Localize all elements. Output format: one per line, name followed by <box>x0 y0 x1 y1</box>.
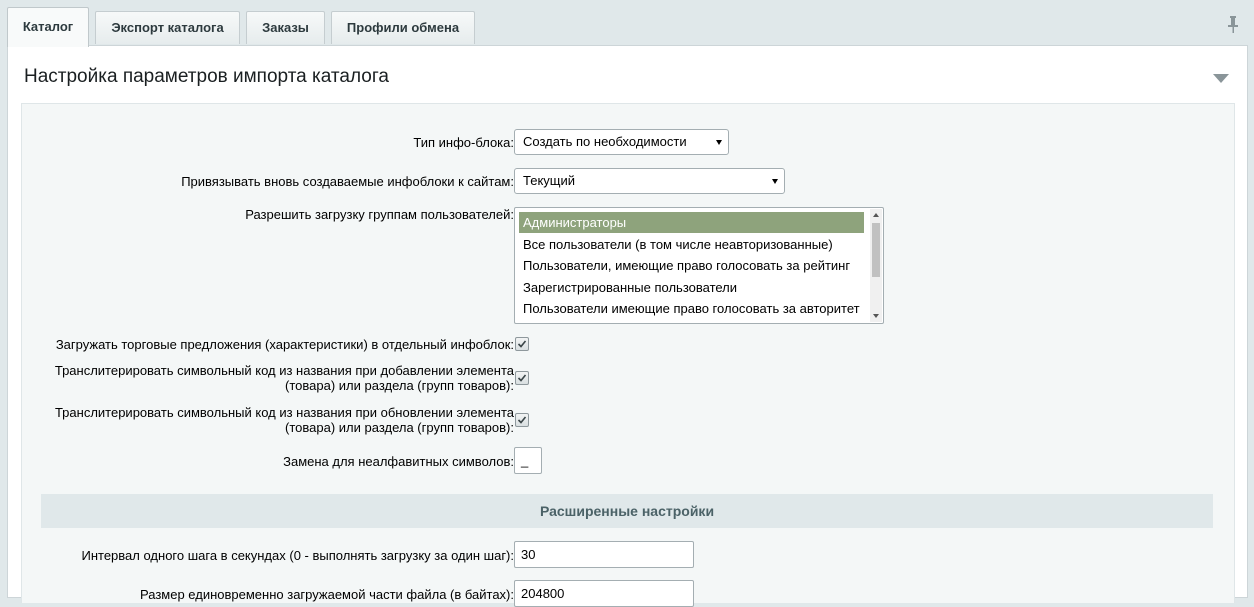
translit-add-label-line2: (товара) или раздела (групп товаров): <box>285 378 514 393</box>
translit-update-checkbox[interactable] <box>515 413 529 427</box>
bind-sites-label: Привязывать вновь создаваемые инфоблоки … <box>181 174 514 189</box>
tab-orders[interactable]: Заказы <box>246 11 325 44</box>
tab-exchange-profiles[interactable]: Профили обмена <box>331 11 475 44</box>
user-groups-label: Разрешить загрузку группам пользователей… <box>245 207 514 222</box>
check-icon <box>517 416 527 424</box>
iblock-type-label: Тип инфо-блока: <box>413 135 514 150</box>
tab-bar: Каталог Экспорт каталога Заказы Профили … <box>0 0 1254 47</box>
interval-input[interactable]: 30 <box>514 541 694 568</box>
pin-icon[interactable] <box>1226 15 1240 35</box>
settings-form: Тип инфо-блока: Создать по необходимости… <box>21 103 1235 607</box>
translit-add-label-line1: Транслитерировать символьный код из назв… <box>54 363 514 378</box>
list-item[interactable]: Все пользователи (в том числе неавторизо… <box>519 234 864 255</box>
scrollbar[interactable] <box>870 209 882 322</box>
bind-sites-select[interactable]: Текущий <box>514 168 785 194</box>
translit-update-label-line2: (товара) или раздела (групп товаров): <box>285 420 514 435</box>
list-item[interactable]: Администраторы <box>519 212 864 233</box>
user-groups-listbox[interactable]: Администраторы Все пользователи (в том ч… <box>514 207 884 324</box>
offers-separate-checkbox[interactable] <box>515 337 529 351</box>
iblock-type-value: Создать по необходимости <box>523 134 687 149</box>
offers-separate-label: Загружать торговые предложения (характер… <box>55 337 514 352</box>
list-item[interactable]: Пользователи, имеющие право голосовать з… <box>519 255 864 276</box>
translit-update-label-line1: Транслитерировать символьный код из назв… <box>54 405 514 420</box>
tab-catalog[interactable]: Каталог <box>7 7 89 47</box>
replace-char-input[interactable]: _ <box>514 447 542 474</box>
chunk-size-label: Размер единовременно загружаемой части ф… <box>140 587 514 602</box>
bind-sites-value: Текущий <box>523 173 575 188</box>
check-icon <box>517 374 527 382</box>
tab-catalog-export[interactable]: Экспорт каталога <box>95 11 240 44</box>
iblock-type-select[interactable]: Создать по необходимости <box>514 129 729 155</box>
scroll-thumb[interactable] <box>872 223 880 277</box>
scroll-down-icon[interactable] <box>873 314 879 318</box>
page-title: Настройка параметров импорта каталога <box>24 66 389 87</box>
check-icon <box>517 340 527 348</box>
replace-char-label: Замена для неалфавитных символов: <box>283 454 514 469</box>
list-item[interactable]: Зарегистрированные пользователи <box>519 277 864 298</box>
triangle-down-icon[interactable] <box>1213 74 1229 83</box>
chevron-down-icon <box>772 179 778 184</box>
interval-label: Интервал одного шага в секундах (0 - вып… <box>81 548 515 563</box>
translit-add-label: Транслитерировать символьный код из назв… <box>55 363 514 393</box>
list-item[interactable]: Пользователи имеющие право голосовать за… <box>519 298 864 319</box>
translit-add-checkbox[interactable] <box>515 371 529 385</box>
chunk-size-input[interactable]: 204800 <box>514 580 694 607</box>
scroll-up-icon[interactable] <box>873 213 879 217</box>
import-settings-panel: Настройка параметров импорта каталога Ти… <box>7 45 1248 607</box>
advanced-settings-header: Расширенные настройки <box>41 494 1213 528</box>
chevron-down-icon <box>716 140 722 145</box>
translit-update-label: Транслитерировать символьный код из назв… <box>55 405 514 435</box>
